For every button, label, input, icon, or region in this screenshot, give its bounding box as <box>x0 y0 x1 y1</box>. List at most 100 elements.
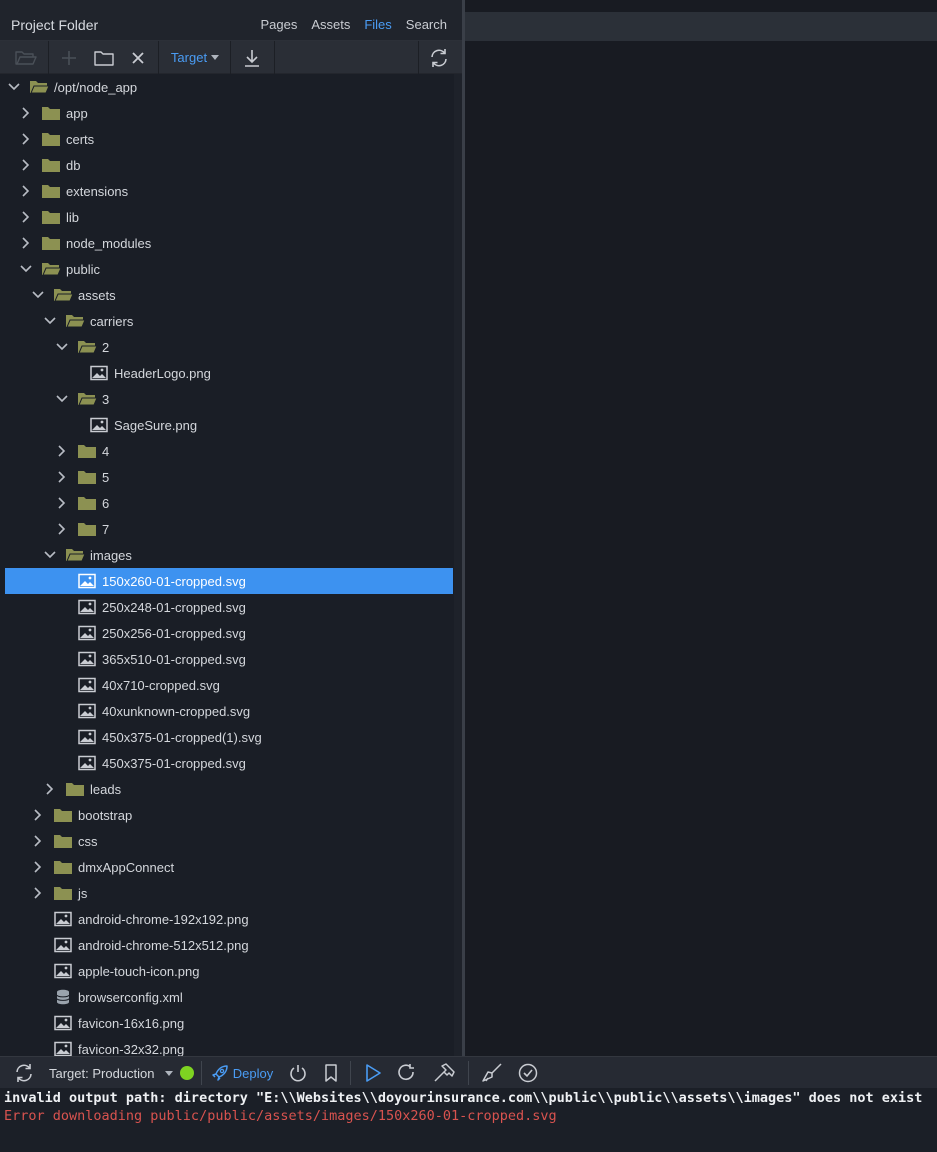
tree-item-label: js <box>78 886 88 901</box>
chevron-right-icon[interactable] <box>32 809 44 821</box>
power-button[interactable] <box>284 1057 312 1089</box>
tree-file-row[interactable]: 450x375-01-cropped.svg <box>0 750 462 776</box>
chevron-right-icon[interactable] <box>20 159 32 171</box>
new-folder-button[interactable] <box>90 41 118 74</box>
tree-folder-row[interactable]: 3 <box>0 386 462 412</box>
chevron-right-icon[interactable] <box>20 133 32 145</box>
delete-button[interactable] <box>124 41 152 74</box>
tree-file-row[interactable]: SageSure.png <box>0 412 462 438</box>
tree-file-row[interactable]: 365x510-01-cropped.svg <box>0 646 462 672</box>
tree-folder-row[interactable]: images <box>0 542 462 568</box>
tree-file-row[interactable]: HeaderLogo.png <box>0 360 462 386</box>
download-button[interactable] <box>238 41 266 74</box>
chevron-down-icon[interactable] <box>56 341 68 353</box>
chevron-down-icon[interactable] <box>8 81 20 93</box>
tree-folder-row[interactable]: public <box>0 256 462 282</box>
tree-folder-row[interactable]: 6 <box>0 490 462 516</box>
tree-folder-row[interactable]: /opt/node_app <box>0 74 462 100</box>
target-selector[interactable]: Target: Production <box>49 1066 155 1081</box>
tree-folder-row[interactable]: certs <box>0 126 462 152</box>
tree-folder-row[interactable]: app <box>0 100 462 126</box>
refresh-button[interactable] <box>424 41 454 74</box>
tree-folder-row[interactable]: css <box>0 828 462 854</box>
folder-icon <box>42 185 60 198</box>
tree-folder-row[interactable]: extensions <box>0 178 462 204</box>
tab-assets[interactable]: Assets <box>311 17 350 32</box>
chevron-right-icon[interactable] <box>44 783 56 795</box>
download-icon <box>245 49 259 67</box>
bottom-toolbar: Target: Production Deploy <box>0 1056 937 1088</box>
chevron-right-icon[interactable] <box>20 211 32 223</box>
tree-file-row[interactable]: 40x710-cropped.svg <box>0 672 462 698</box>
chevron-right-icon[interactable] <box>20 185 32 197</box>
chevron-down-icon[interactable] <box>44 549 56 561</box>
tree-item-label: 7 <box>102 522 110 537</box>
tree-folder-row[interactable]: 2 <box>0 334 462 360</box>
tab-search[interactable]: Search <box>406 17 447 32</box>
tree-folder-row[interactable]: lib <box>0 204 462 230</box>
tree-folder-row[interactable]: db <box>0 152 462 178</box>
tree-file-row[interactable]: favicon-32x32.png <box>0 1036 462 1056</box>
bookmark-button[interactable] <box>318 1057 344 1089</box>
open-folder-button[interactable] <box>6 41 46 74</box>
tree-item-label: bootstrap <box>78 808 133 823</box>
deploy-button[interactable]: Deploy <box>206 1057 278 1089</box>
tree-file-row[interactable]: 250x256-01-cropped.svg <box>0 620 462 646</box>
tree-folder-row[interactable]: js <box>0 880 462 906</box>
chevron-right-icon[interactable] <box>20 237 32 249</box>
chevron-right-icon[interactable] <box>56 523 68 535</box>
clean-button[interactable] <box>476 1057 508 1089</box>
refresh-icon <box>16 1064 32 1082</box>
tree-item-label: 5 <box>102 470 110 485</box>
sync-button[interactable] <box>8 1057 40 1089</box>
tree-file-row[interactable]: 40xunknown-cropped.svg <box>0 698 462 724</box>
tree-folder-row[interactable]: carriers <box>0 308 462 334</box>
tab-files[interactable]: Files <box>364 17 391 32</box>
folder-icon <box>42 211 60 224</box>
tree-file-row[interactable]: browserconfig.xml <box>0 984 462 1010</box>
chevron-down-icon[interactable] <box>56 393 68 405</box>
folder-open-icon <box>78 341 97 354</box>
run-button[interactable] <box>358 1057 388 1089</box>
restart-button[interactable] <box>392 1057 422 1089</box>
chevron-right-icon[interactable] <box>32 887 44 899</box>
tree-file-row[interactable]: 250x248-01-cropped.svg <box>0 594 462 620</box>
build-button[interactable] <box>428 1057 460 1089</box>
plus-icon <box>62 50 76 65</box>
tree-file-row[interactable]: favicon-16x16.png <box>0 1010 462 1036</box>
tree-file-row[interactable]: 150x260-01-cropped.svg <box>0 568 462 594</box>
tree-folder-row[interactable]: bootstrap <box>0 802 462 828</box>
chevron-right-icon[interactable] <box>56 471 68 483</box>
tree-file-row[interactable]: android-chrome-512x512.png <box>0 932 462 958</box>
tab-pages[interactable]: Pages <box>260 17 297 32</box>
chevron-right-icon[interactable] <box>32 835 44 847</box>
refresh-icon <box>431 48 447 67</box>
tree-folder-row[interactable]: 5 <box>0 464 462 490</box>
target-dropdown[interactable]: Target <box>162 41 228 74</box>
tree-folder-row[interactable]: assets <box>0 282 462 308</box>
chevron-right-icon[interactable] <box>32 861 44 873</box>
chevron-right-icon[interactable] <box>20 107 32 119</box>
chevron-right-icon[interactable] <box>56 497 68 509</box>
tree-folder-row[interactable]: node_modules <box>0 230 462 256</box>
chevron-down-icon[interactable] <box>44 315 56 327</box>
tree-item-label: favicon-32x32.png <box>78 1042 185 1056</box>
connection-status-dot <box>180 1066 194 1080</box>
validate-button[interactable] <box>512 1057 544 1089</box>
tree-scrollbar[interactable] <box>454 74 462 1056</box>
tree-file-row[interactable]: apple-touch-icon.png <box>0 958 462 984</box>
tree-file-row[interactable]: android-chrome-192x192.png <box>0 906 462 932</box>
chevron-right-icon[interactable] <box>56 445 68 457</box>
caret-down-icon[interactable] <box>165 1071 173 1076</box>
tree-folder-row[interactable]: dmxAppConnect <box>0 854 462 880</box>
tree-file-row[interactable]: 450x375-01-cropped(1).svg <box>0 724 462 750</box>
target-dropdown-label: Target <box>170 50 208 65</box>
image-file-icon <box>90 365 108 381</box>
chevron-down-icon[interactable] <box>32 289 44 301</box>
add-file-button[interactable] <box>56 41 82 74</box>
tree-folder-row[interactable]: 7 <box>0 516 462 542</box>
tree-folder-row[interactable]: leads <box>0 776 462 802</box>
tree-folder-row[interactable]: 4 <box>0 438 462 464</box>
play-icon <box>366 1064 381 1082</box>
chevron-down-icon[interactable] <box>20 263 32 275</box>
